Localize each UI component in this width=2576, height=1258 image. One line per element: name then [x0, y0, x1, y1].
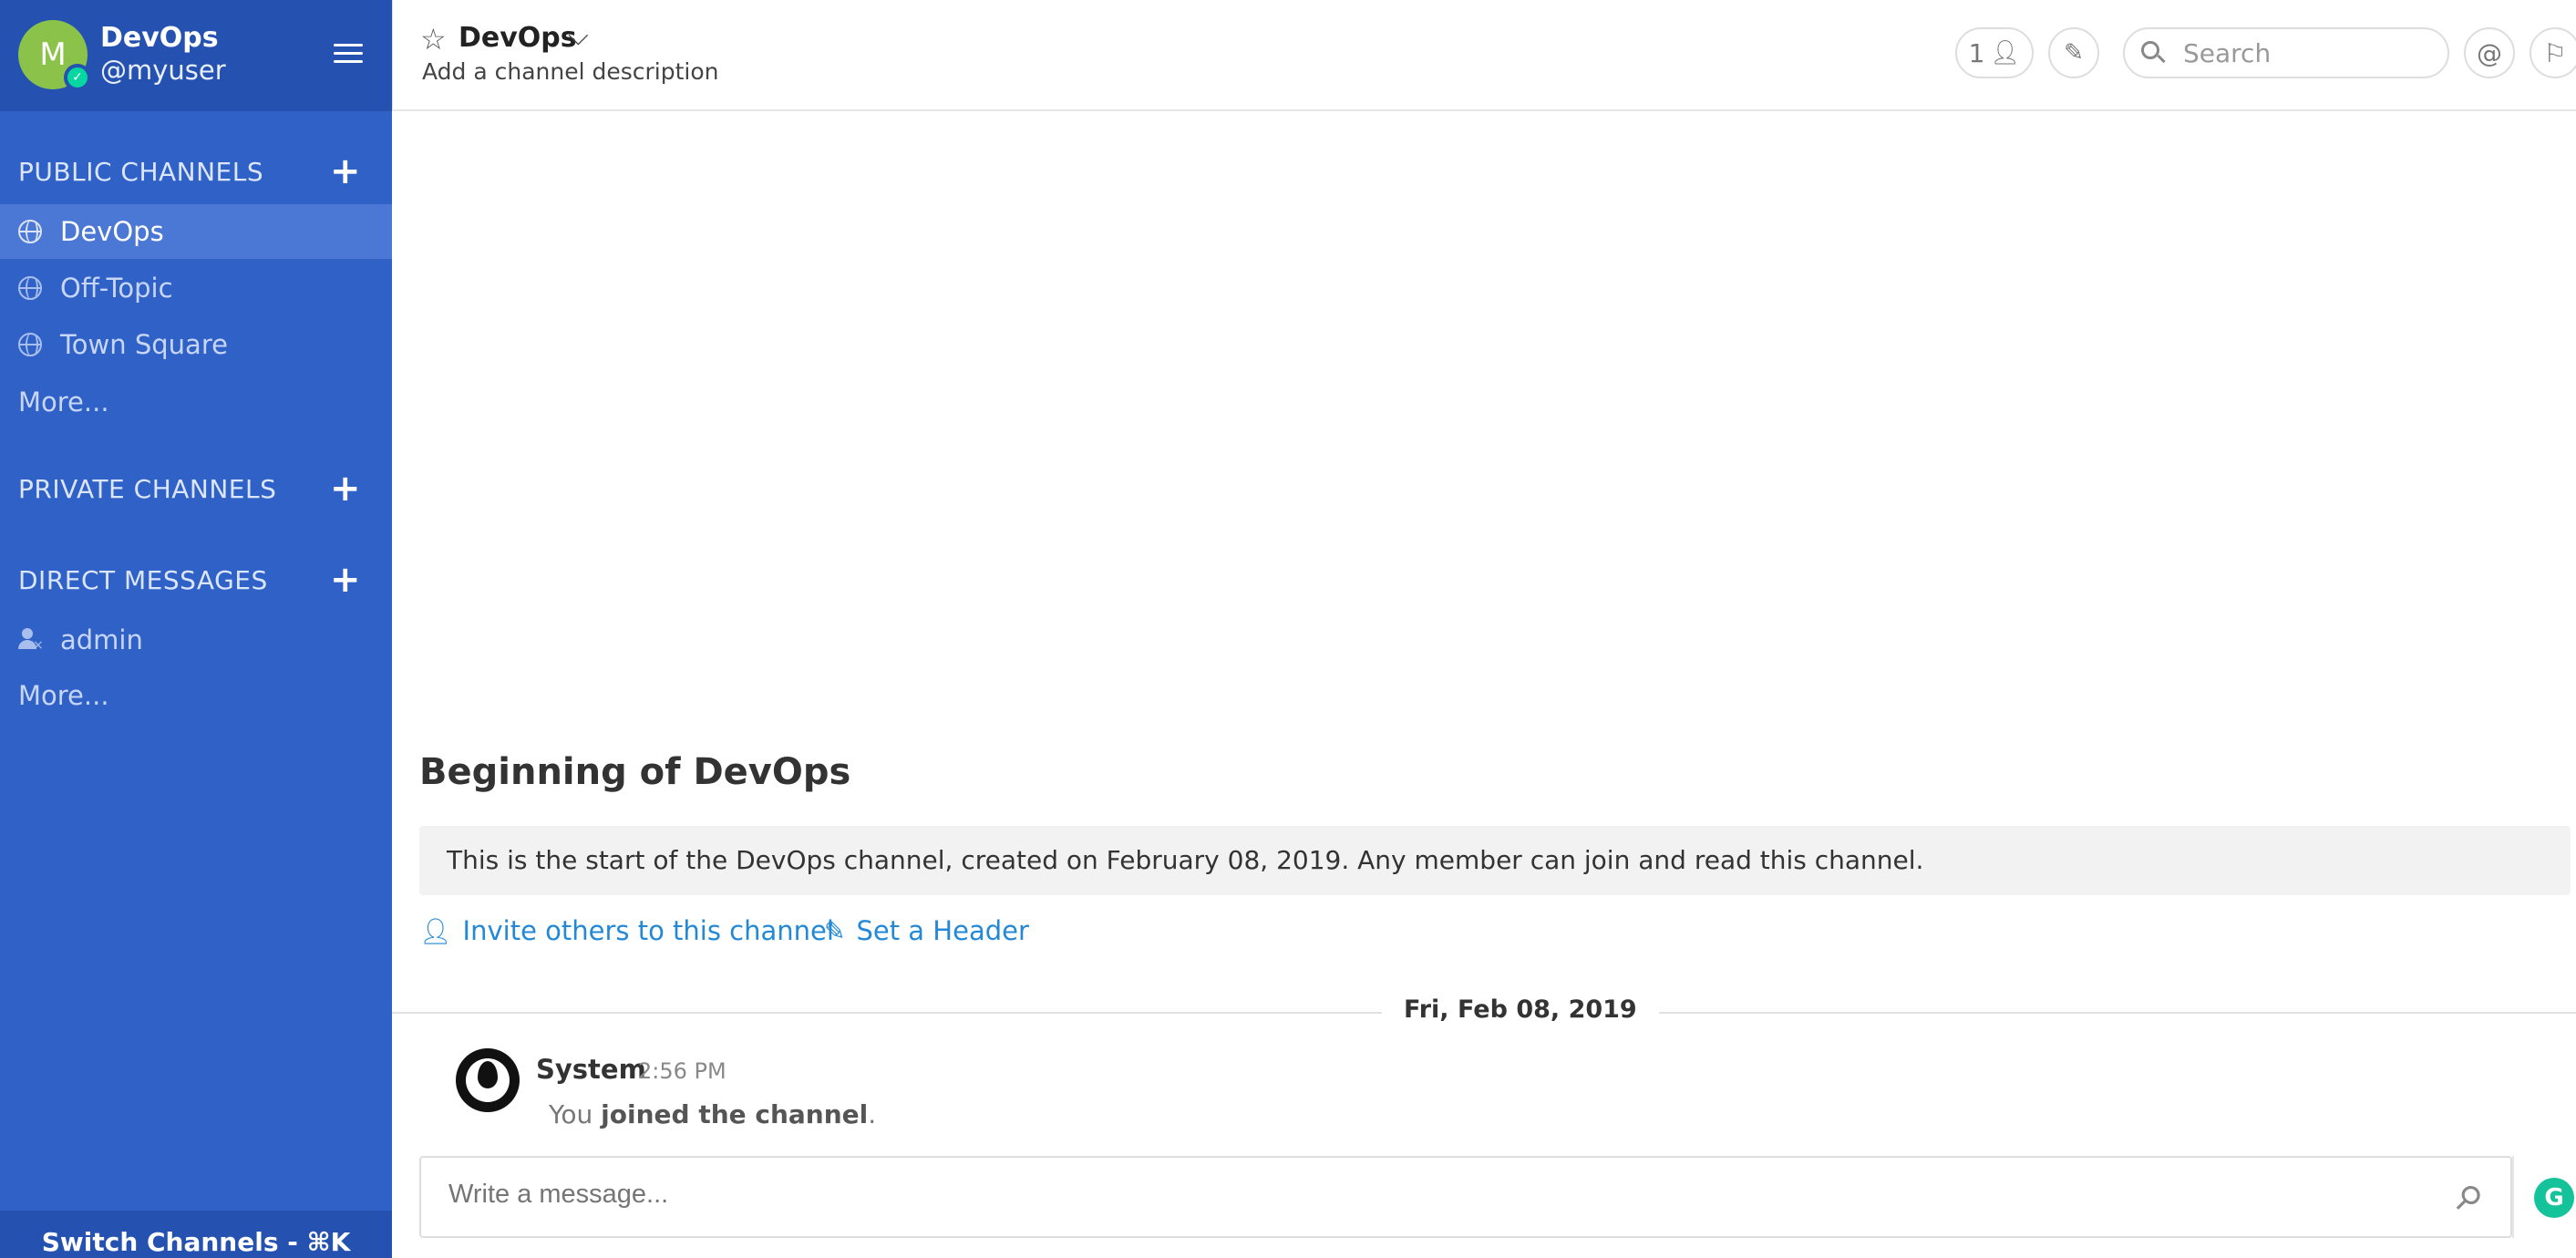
flag-icon: ⚐ — [2543, 37, 2567, 68]
channel-intro-text: This is the start of the DevOps channel,… — [419, 826, 2571, 895]
add-user-icon: 👤︎ — [419, 915, 452, 946]
public-channels-title: PUBLIC CHANNELS — [18, 157, 264, 187]
sidebar-item-label: DevOps — [60, 216, 164, 247]
grammarly-icon[interactable]: G — [2534, 1178, 2574, 1218]
globe-icon — [18, 276, 42, 300]
sidebar-item-label: admin — [60, 624, 143, 655]
post-message-prefix: You — [549, 1099, 593, 1129]
star-icon[interactable]: ☆ — [420, 22, 447, 57]
pinned-posts-button[interactable]: ✎ — [2048, 27, 2099, 78]
sidebar-item-admin[interactable]: × admin — [0, 613, 392, 667]
sidebar-item-label: Off-Topic — [60, 273, 173, 304]
direct-messages-more-link[interactable]: More... — [18, 680, 109, 711]
pencil-icon: ✎ — [824, 915, 846, 946]
channel-header: ☆ DevOps ⌵ Add a channel description 1 👤… — [392, 0, 2576, 111]
post-message-bold: joined the channel — [601, 1099, 869, 1129]
globe-icon — [18, 220, 42, 243]
channel-description[interactable]: Add a channel description — [422, 58, 719, 85]
pin-icon: ✎ — [2064, 39, 2084, 67]
post-author[interactable]: System — [536, 1054, 646, 1085]
search-input[interactable]: Search — [2123, 27, 2449, 78]
search-icon — [2141, 41, 2166, 65]
sidebar-item-off-topic[interactable]: Off-Topic — [0, 261, 392, 315]
paperclip-icon[interactable]: ⚲ — [2446, 1177, 2489, 1221]
direct-messages-title: DIRECT MESSAGES — [18, 565, 268, 595]
add-private-channel-button[interactable]: + — [330, 470, 361, 507]
add-public-channel-button[interactable]: + — [330, 153, 361, 190]
public-channels-more-link[interactable]: More... — [18, 387, 109, 418]
team-name[interactable]: DevOps — [100, 22, 219, 54]
main-menu-icon[interactable] — [334, 44, 363, 66]
message-composer[interactable]: ⚲ — [419, 1156, 2512, 1238]
set-header-label: Set a Header — [856, 915, 1029, 946]
team-header: M ✓ DevOps @myuser — [0, 0, 392, 111]
member-list-button[interactable]: 1 👤︎ — [1955, 27, 2034, 78]
date-separator: Fri, Feb 08, 2019 — [1382, 995, 1659, 1024]
set-header-link[interactable]: ✎ Set a Header — [824, 915, 1029, 946]
post-time[interactable]: 2:56 PM — [638, 1058, 726, 1084]
sidebar-item-label: Town Square — [60, 329, 228, 360]
member-count: 1 — [1968, 37, 1985, 68]
channel-intro-title: Beginning of DevOps — [419, 751, 851, 793]
online-status-icon: ✓ — [64, 64, 91, 91]
channel-title[interactable]: DevOps — [459, 22, 577, 54]
sidebar: M ✓ DevOps @myuser PUBLIC CHANNELS + Dev… — [0, 0, 392, 1258]
username: @myuser — [100, 55, 226, 86]
composer-divider — [2512, 1156, 2514, 1238]
post-message-suffix: . — [868, 1099, 877, 1129]
sidebar-item-devops[interactable]: DevOps — [0, 204, 392, 259]
flagged-posts-button[interactable]: ⚐ — [2530, 27, 2576, 78]
invite-others-label: Invite others to this channel — [462, 915, 834, 946]
invite-others-link[interactable]: 👤︎ Invite others to this channel — [419, 915, 834, 946]
switch-channels-button[interactable]: Switch Channels - ⌘K — [0, 1211, 392, 1258]
user-offline-icon: × — [18, 628, 44, 652]
search-placeholder: Search — [2183, 37, 2272, 68]
recent-mentions-button[interactable]: @ — [2464, 27, 2515, 78]
chevron-down-icon[interactable]: ⌵ — [568, 20, 589, 52]
post-message: You joined the channel. — [549, 1099, 876, 1129]
at-icon: @ — [2477, 37, 2502, 68]
system-avatar-icon — [456, 1048, 520, 1112]
message-input[interactable] — [448, 1180, 2399, 1210]
globe-icon — [18, 333, 42, 356]
user-icon: 👤︎ — [1990, 39, 2021, 67]
private-channels-title: PRIVATE CHANNELS — [18, 474, 277, 504]
add-direct-message-button[interactable]: + — [330, 562, 361, 598]
sidebar-item-town-square[interactable]: Town Square — [0, 317, 392, 372]
